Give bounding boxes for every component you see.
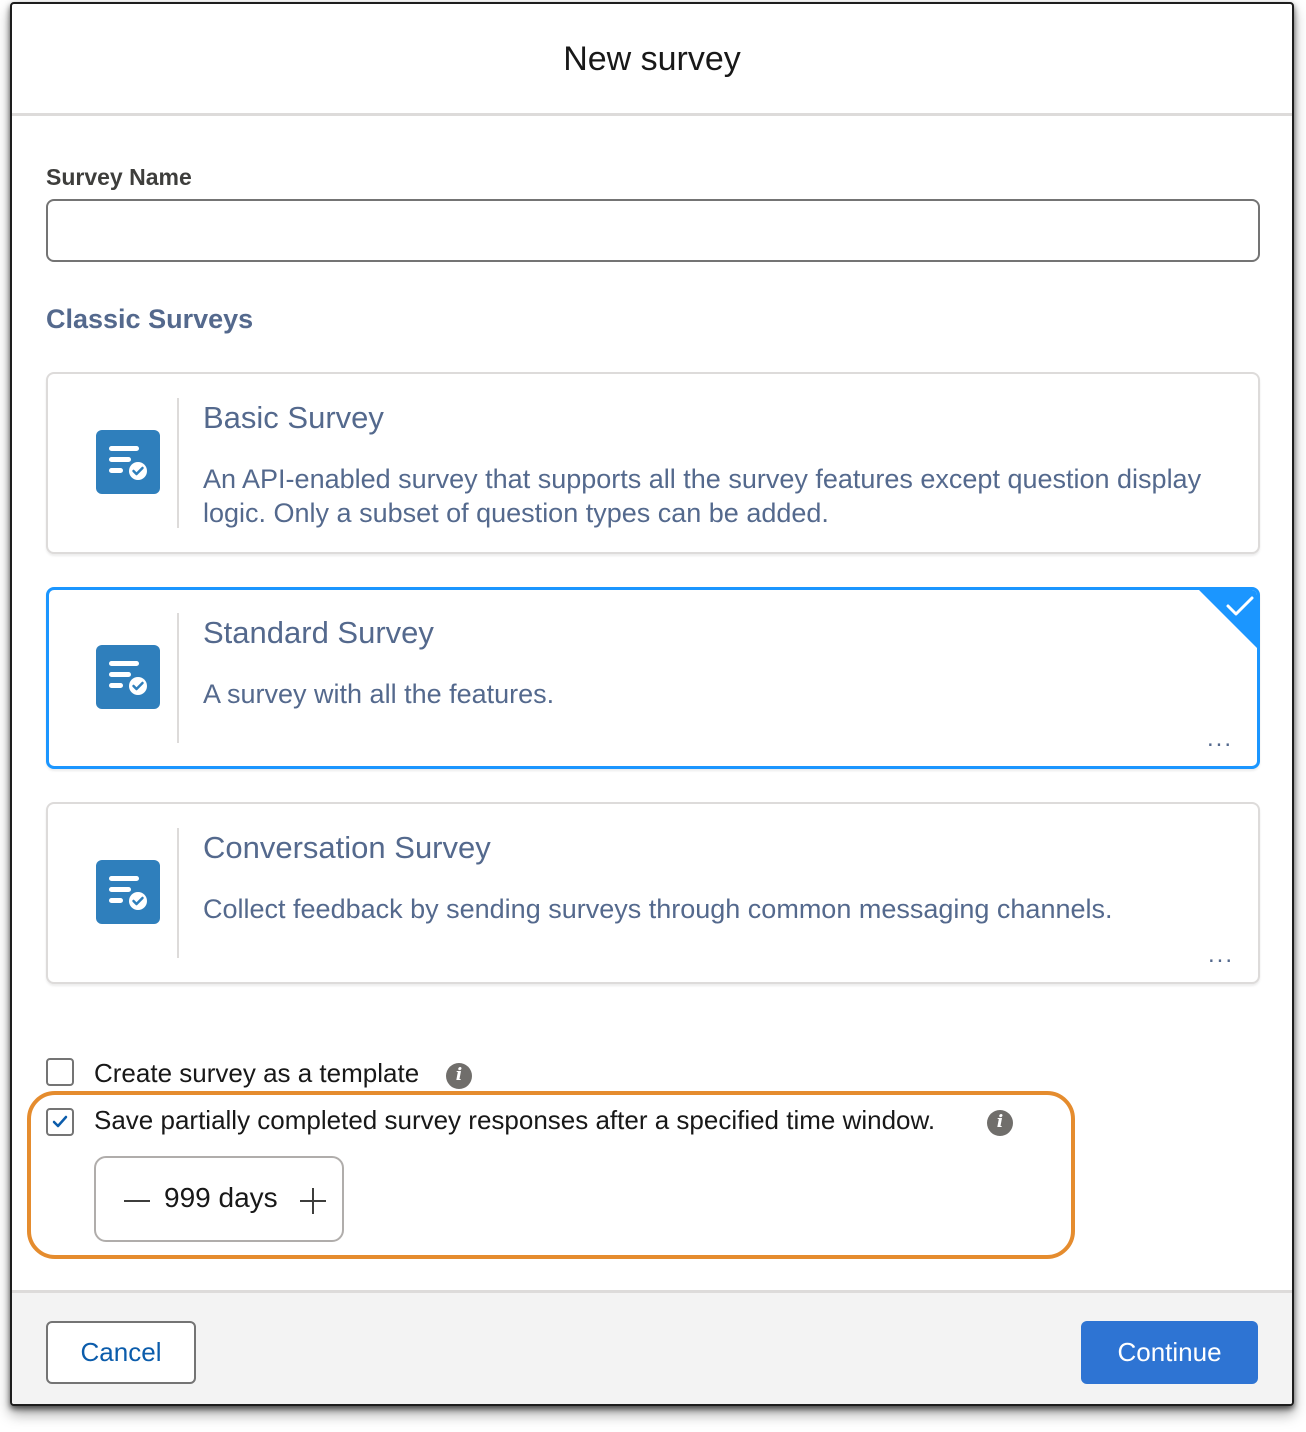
survey-type-card-standard[interactable]: Standard Survey A survey with all the fe…	[46, 587, 1260, 769]
cancel-button[interactable]: Cancel	[46, 1321, 196, 1384]
card-title: Conversation Survey	[203, 830, 491, 865]
check-icon	[52, 1115, 68, 1128]
increment-button[interactable]	[300, 1188, 326, 1214]
more-options-icon[interactable]: ...	[1208, 943, 1234, 967]
template-checkbox[interactable]	[46, 1058, 74, 1086]
card-description: A survey with all the features.	[203, 679, 555, 709]
survey-form-icon	[96, 645, 160, 709]
card-title: Standard Survey	[203, 615, 434, 650]
card-title: Basic Survey	[203, 400, 384, 435]
survey-form-icon	[96, 430, 160, 494]
dialog-title: New survey	[563, 40, 741, 78]
card-divider	[177, 613, 179, 743]
dialog-header: New survey	[12, 4, 1292, 116]
days-unit: days	[218, 1182, 278, 1213]
info-icon[interactable]: i	[446, 1063, 472, 1089]
card-divider	[177, 828, 179, 958]
decrement-button[interactable]	[124, 1200, 150, 1202]
survey-type-card-conversation[interactable]: Conversation Survey Collect feedback by …	[46, 802, 1260, 984]
days-value-display: 999 days	[164, 1182, 278, 1214]
days-stepper[interactable]: 999 days	[94, 1156, 344, 1242]
survey-form-icon	[96, 860, 160, 924]
check-icon	[1226, 596, 1254, 616]
partial-responses-label: Save partially completed survey response…	[94, 1105, 936, 1135]
survey-name-label: Survey Name	[46, 164, 192, 190]
partial-responses-checkbox[interactable]	[46, 1108, 74, 1136]
days-value[interactable]: 999	[164, 1182, 211, 1213]
more-options-icon[interactable]: ...	[1207, 727, 1233, 751]
card-divider	[177, 398, 179, 528]
survey-type-card-basic[interactable]: Basic Survey An API-enabled survey that …	[46, 372, 1260, 554]
card-description: Collect feedback by sending surveys thro…	[203, 894, 1113, 924]
template-checkbox-label: Create survey as a template	[94, 1058, 420, 1088]
continue-button[interactable]: Continue	[1081, 1321, 1258, 1384]
survey-name-input[interactable]	[46, 199, 1260, 262]
dialog-footer: Cancel Continue	[12, 1290, 1292, 1404]
new-survey-dialog: New survey Survey Name Classic Surveys B…	[10, 2, 1294, 1406]
section-title: Classic Surveys	[46, 304, 254, 334]
card-description: An API-enabled survey that supports all …	[203, 464, 1202, 528]
info-icon[interactable]: i	[987, 1110, 1013, 1136]
